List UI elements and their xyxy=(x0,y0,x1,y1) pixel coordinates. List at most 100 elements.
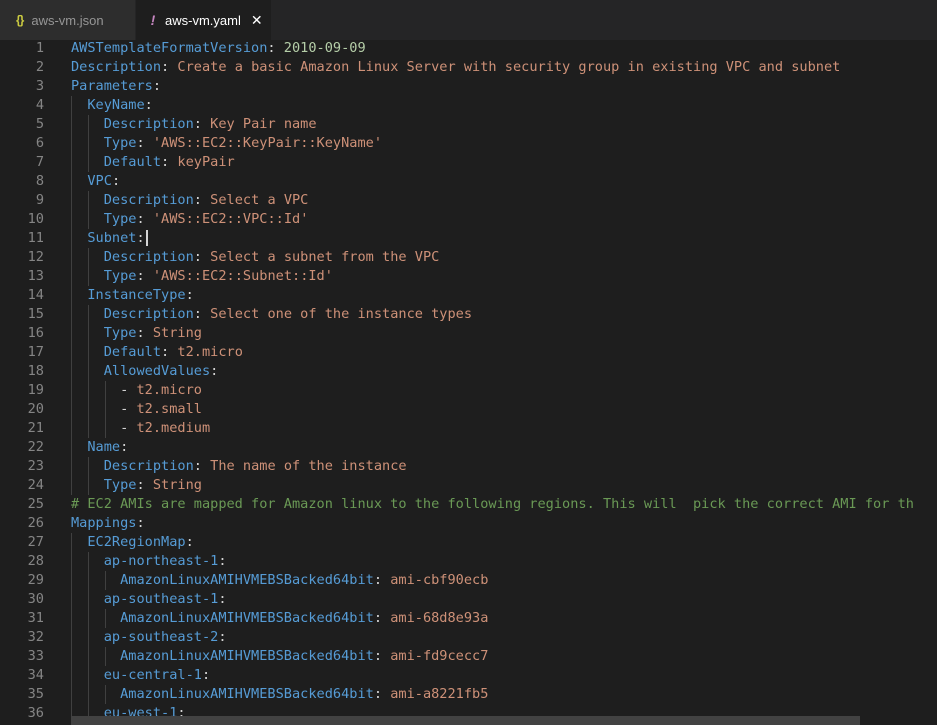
token: ap-northeast-1 xyxy=(103,553,219,569)
code-line[interactable]: 15 Description: Select one of the instan… xyxy=(0,305,937,324)
tab-label: aws-vm.yaml xyxy=(165,12,241,28)
code-line[interactable]: 27 EC2RegionMap: xyxy=(0,533,937,552)
code-line[interactable]: 31 AmazonLinuxAMIHVMEBSBacked64bit: ami-… xyxy=(0,609,937,628)
code-line[interactable]: 33 AmazonLinuxAMIHVMEBSBacked64bit: ami-… xyxy=(0,647,937,666)
token: - xyxy=(120,420,137,436)
line-number: 4 xyxy=(35,97,44,113)
code-line[interactable]: 23 Description: The name of the instance xyxy=(0,457,937,476)
line-number: 28 xyxy=(27,553,44,569)
code-text: Subnet: xyxy=(71,229,148,248)
token: Parameters xyxy=(71,78,153,94)
code-line[interactable]: 17 Default: t2.micro xyxy=(0,343,937,362)
code-text: Mappings: xyxy=(71,514,145,533)
token: : xyxy=(193,116,211,132)
token: Key Pair name xyxy=(210,116,317,132)
line-number: 18 xyxy=(27,363,44,379)
indent-guide xyxy=(104,571,106,590)
code-line[interactable]: 3 Parameters: xyxy=(0,77,937,96)
code-text: Type: String xyxy=(71,476,202,495)
code-text: AllowedValues: xyxy=(71,362,219,381)
indent-guide xyxy=(87,552,89,723)
code-line[interactable]: 21 - t2.medium xyxy=(0,419,937,438)
code-line[interactable]: 22 Name: xyxy=(0,438,937,457)
token: eu-central-1 xyxy=(103,667,202,683)
code-line[interactable]: 26 Mappings: xyxy=(0,514,937,533)
code-line[interactable]: 14 InstanceType: xyxy=(0,286,937,305)
line-number: 23 xyxy=(27,458,44,474)
indent-guide xyxy=(87,305,89,438)
line-number: 19 xyxy=(27,382,44,398)
line-number: 27 xyxy=(27,534,44,550)
indent-guide xyxy=(87,457,89,495)
code-text: Type: 'AWS::EC2::KeyPair::KeyName' xyxy=(71,134,382,153)
indent-guide xyxy=(87,248,89,286)
code-line[interactable]: 16 Type: String xyxy=(0,324,937,343)
horizontal-scrollbar[interactable] xyxy=(71,716,860,725)
line-number: 5 xyxy=(35,116,44,132)
token: : xyxy=(136,135,153,151)
code-text: Description: Select a VPC xyxy=(71,191,309,210)
code-text: - t2.small xyxy=(71,400,202,419)
code-line[interactable]: 19 - t2.micro xyxy=(0,381,937,400)
token: KeyName xyxy=(87,97,145,113)
line-number: 32 xyxy=(27,629,44,645)
code-line[interactable]: 2 Description: Create a basic Amazon Linu… xyxy=(0,58,937,77)
code-line[interactable]: 10 Type: 'AWS::EC2::VPC::Id' xyxy=(0,210,937,229)
line-number: 15 xyxy=(27,306,44,322)
code-line[interactable]: 4 KeyName: xyxy=(0,96,937,115)
line-number: 10 xyxy=(27,211,44,227)
token: Select a VPC xyxy=(210,192,309,208)
text-cursor xyxy=(145,230,148,246)
token: ami-cbf90ecb xyxy=(390,572,489,588)
code-text: - t2.micro xyxy=(71,381,202,400)
code-line[interactable]: 6 Type: 'AWS::EC2::KeyPair::KeyName' xyxy=(0,134,937,153)
line-number: 36 xyxy=(27,705,44,721)
line-number: 24 xyxy=(27,477,44,493)
line-number: 16 xyxy=(27,325,44,341)
code-line[interactable]: 12 Description: Select a subnet from the… xyxy=(0,248,937,267)
token: Description xyxy=(103,458,194,474)
code-line[interactable]: 32 ap-southeast-2: xyxy=(0,628,937,647)
code-line[interactable]: 24 Type: String xyxy=(0,476,937,495)
code-line[interactable]: 35 AmazonLinuxAMIHVMEBSBacked64bit: ami-… xyxy=(0,685,937,704)
token: EC2RegionMap xyxy=(87,534,186,550)
code-text: Description: Select one of the instance … xyxy=(71,305,472,324)
close-icon[interactable]: ✕ xyxy=(251,12,263,29)
code-editor[interactable]: 1 AWSTemplateFormatVersion: 2010-09-09 2 De… xyxy=(0,40,937,725)
tab-aws-vm-json[interactable]: {} aws-vm.json xyxy=(0,0,136,40)
tab-aws-vm-yaml[interactable]: ! aws-vm.yaml ✕ xyxy=(136,0,272,40)
code-line[interactable]: 34 eu-central-1: xyxy=(0,666,937,685)
token: : xyxy=(161,344,178,360)
token: ami-a8221fb5 xyxy=(390,686,489,702)
code-line[interactable]: 20 - t2.small xyxy=(0,400,937,419)
line-number: 11 xyxy=(27,230,44,246)
line-number: 21 xyxy=(27,420,44,436)
token: String xyxy=(152,477,202,493)
token: : xyxy=(185,534,194,550)
code-line[interactable]: 7 Default: keyPair xyxy=(0,153,937,172)
token: : xyxy=(144,97,153,113)
code-text: Default: t2.micro xyxy=(71,343,243,362)
code-text: ap-southeast-2: xyxy=(71,628,227,647)
token: AmazonLinuxAMIHVMEBSBacked64bit xyxy=(120,648,374,664)
code-line[interactable]: 29 AmazonLinuxAMIHVMEBSBacked64bit: ami-… xyxy=(0,571,937,590)
line-number: 7 xyxy=(35,154,44,170)
code-line[interactable]: 18 AllowedValues: xyxy=(0,362,937,381)
code-line[interactable]: 8 VPC: xyxy=(0,172,937,191)
code-text: ap-northeast-1: xyxy=(71,552,227,571)
token: : xyxy=(267,40,284,56)
indent-guide xyxy=(104,381,106,438)
code-line[interactable]: 28 ap-northeast-1: xyxy=(0,552,937,571)
code-line[interactable]: 25 # EC2 AMIs are mapped for Amazon linux… xyxy=(0,495,937,514)
code-line[interactable]: 9 Description: Select a VPC xyxy=(0,191,937,210)
token: : xyxy=(185,287,194,303)
line-number: 3 xyxy=(35,78,44,94)
code-line[interactable]: 1 AWSTemplateFormatVersion: 2010-09-09 xyxy=(0,40,937,58)
code-line[interactable]: 30 ap-southeast-1: xyxy=(0,590,937,609)
code-line[interactable]: 11 Subnet: xyxy=(0,229,937,248)
code-line[interactable]: 5 Description: Key Pair name xyxy=(0,115,937,134)
code-line[interactable]: 13 Type: 'AWS::EC2::Subnet::Id' xyxy=(0,267,937,286)
code-text: Description: The name of the instance xyxy=(71,457,407,476)
